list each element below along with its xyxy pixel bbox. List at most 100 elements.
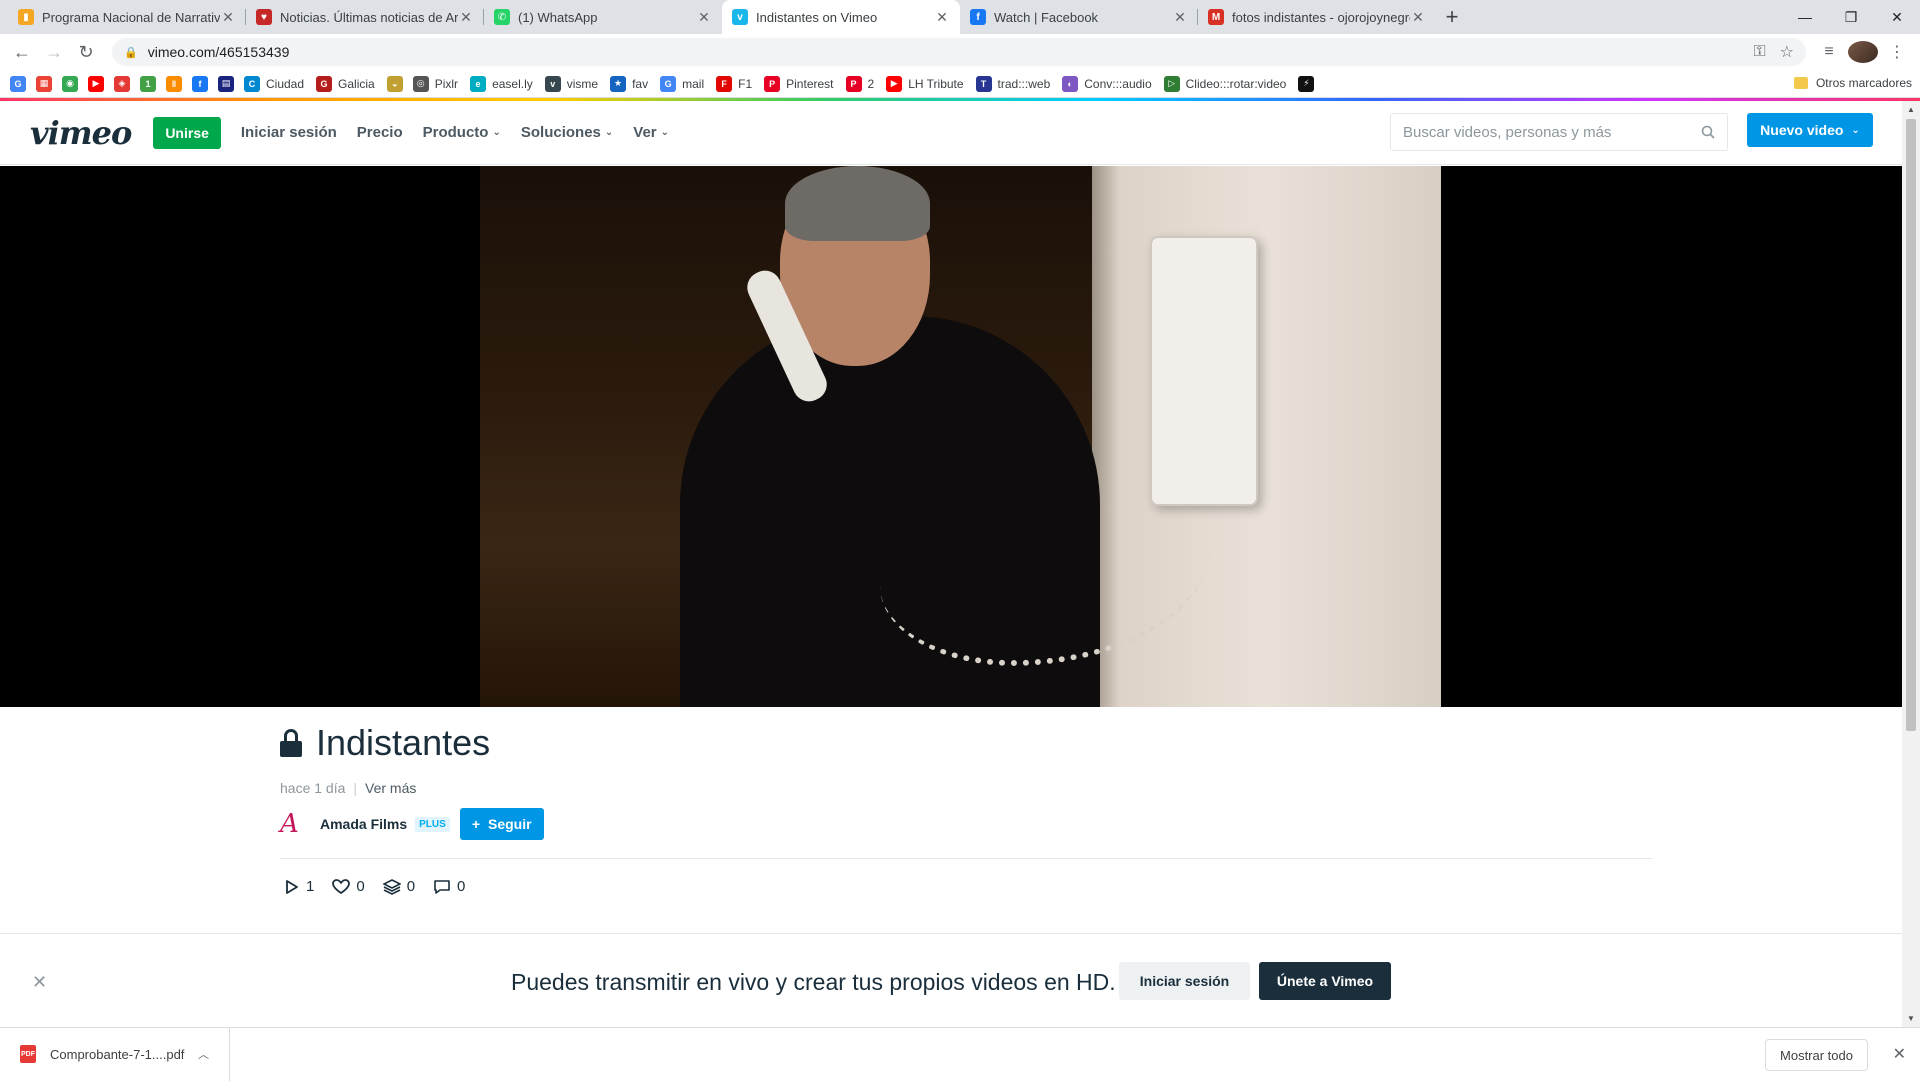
browser-tab[interactable]: ♥ Noticias. Últimas noticias de Arg ✕	[246, 0, 484, 34]
bookmark-label: visme	[566, 76, 599, 91]
meta-divider: |	[353, 780, 358, 796]
bookmark-item[interactable]: P2	[845, 75, 874, 92]
collections-stat[interactable]: 0	[382, 878, 416, 895]
close-tab-icon[interactable]: ✕	[934, 9, 950, 26]
comments-stat[interactable]: 0	[433, 878, 465, 895]
close-tab-icon[interactable]: ✕	[458, 9, 474, 26]
bookmark-item[interactable]: F F1	[716, 75, 752, 92]
page-scrollbar[interactable]: ▲ ▼	[1902, 101, 1920, 1027]
plays-count: 1	[306, 878, 315, 895]
likes-count: 0	[356, 878, 365, 895]
bookmark-item[interactable]: ▶	[88, 75, 104, 92]
bookmark-item[interactable]: ▤	[218, 75, 234, 92]
bookmark-item[interactable]: ▶ LH Tribute	[886, 75, 964, 92]
browser-tab[interactable]: f Watch | Facebook ✕	[960, 0, 1198, 34]
key-icon[interactable]: ⚿	[1753, 43, 1765, 61]
bookmark-item[interactable]: ⚡	[1298, 75, 1315, 92]
close-tab-icon[interactable]: ✕	[220, 9, 236, 26]
pricing-link[interactable]: Precio	[357, 124, 403, 141]
omnibox[interactable]: 🔒 vimeo.com/465153439 ⚿ ☆	[112, 38, 1806, 66]
bookmark-item[interactable]: v visme	[544, 75, 599, 92]
star-icon[interactable]: ☆	[1780, 42, 1794, 62]
bookmark-item[interactable]: ◎ Pixlr	[412, 75, 458, 92]
see-more-link[interactable]: Ver más	[365, 780, 416, 796]
bookmark-item[interactable]: Gmail	[660, 75, 704, 92]
follow-label: Seguir	[488, 816, 532, 832]
forward-arrow-icon[interactable]: →	[40, 38, 68, 66]
bookmark-item[interactable]: 1	[140, 75, 156, 92]
signup-banner: ✕ Puedes transmitir en vivo y crear tus …	[0, 933, 1902, 1026]
follow-button[interactable]: + Seguir	[459, 808, 544, 840]
login-link[interactable]: Iniciar sesión	[241, 124, 337, 141]
bookmark-item[interactable]: e easel.ly	[470, 75, 533, 92]
solutions-menu-label: Soluciones	[520, 124, 601, 141]
tradweb-icon: T	[975, 75, 992, 92]
new-video-button[interactable]: Nuevo video ⌄	[1747, 113, 1873, 147]
video-player[interactable]	[0, 166, 1902, 707]
address-bar-row: ← → ↻ 🔒 vimeo.com/465153439 ⚿ ☆ ≡ ⋮	[0, 34, 1920, 70]
owner-avatar[interactable]: A	[280, 809, 312, 839]
restore-icon[interactable]: ❐	[1828, 0, 1874, 34]
collections-count: 0	[406, 878, 416, 895]
bookmark-item[interactable]: C Ciudad	[244, 75, 304, 92]
chevron-down-icon: ⌄	[660, 127, 670, 138]
pixlr-icon: ◎	[412, 75, 429, 92]
new-tab-button[interactable]: +	[1436, 0, 1468, 34]
bookmark-item[interactable]: ◐ Conv:::audio	[1062, 75, 1152, 92]
pinterest-icon: P	[845, 75, 862, 92]
profile-avatar[interactable]	[1848, 41, 1878, 63]
vimeo-logo[interactable]: vimeo	[30, 114, 132, 152]
close-tab-icon[interactable]: ✕	[1172, 9, 1188, 26]
download-item[interactable]: PDF Comprobante-7-1....pdf ︿	[0, 1027, 230, 1081]
close-icon[interactable]: ✕	[1893, 1044, 1906, 1064]
bookmark-item[interactable]: P Pinterest	[764, 75, 834, 92]
video-frame[interactable]	[480, 166, 1441, 707]
product-menu[interactable]: Producto ⌄	[423, 124, 501, 141]
solutions-menu[interactable]: Soluciones ⌄	[521, 124, 613, 141]
tab-title: Indistantes on Vimeo	[756, 9, 878, 25]
browser-tab[interactable]: ✆ (1) WhatsApp ✕	[484, 0, 722, 34]
scrollbar-thumb[interactable]	[1906, 119, 1916, 731]
minimize-icon[interactable]: —	[1782, 0, 1828, 34]
close-tab-icon[interactable]: ✕	[696, 9, 712, 26]
chevron-up-icon[interactable]: ︿	[198, 1046, 209, 1062]
bookmark-item[interactable]: ◉	[62, 75, 78, 92]
bookmark-item[interactable]: ★ fav	[610, 75, 648, 92]
banner-login-button[interactable]: Iniciar sesión	[1119, 962, 1250, 1000]
bookmark-item[interactable]: Ttrad:::web	[975, 75, 1050, 92]
back-arrow-icon[interactable]: ←	[8, 38, 36, 66]
other-bookmarks[interactable]: Otros marcadores	[1793, 76, 1912, 90]
video-title: Indistantes	[316, 722, 491, 763]
browser-tab[interactable]: v Indistantes on Vimeo ✕	[722, 0, 960, 34]
owner-name[interactable]: Amada Films	[320, 816, 407, 832]
close-window-icon[interactable]: ✕	[1874, 0, 1920, 34]
bookmark-item[interactable]: G Galicia	[316, 75, 375, 92]
bookmark-item[interactable]: f	[192, 75, 208, 92]
plays-stat: 1	[284, 878, 314, 895]
bookmark-item[interactable]: ▦	[36, 75, 52, 92]
browser-tab[interactable]: ▮ Programa Nacional de Narrativas ✕	[8, 0, 246, 34]
bookmarks-bar: G ▦ ◉ ▶ ◈ 1 ‖ f ▤ C Ciudad G Galicia ◒ ◎ Pixlr e easel.ly…	[0, 70, 1920, 98]
close-tab-icon[interactable]: ✕	[1410, 9, 1426, 26]
banner-join-button[interactable]: Únete a Vimeo	[1259, 962, 1391, 1000]
close-icon[interactable]: ✕	[32, 972, 47, 993]
show-all-button[interactable]: Mostrar todo	[1765, 1039, 1868, 1071]
search-icon[interactable]	[1701, 125, 1715, 139]
kebab-menu-icon[interactable]: ⋮	[1882, 42, 1912, 62]
search-input[interactable]: Buscar videos, personas y más	[1390, 113, 1728, 151]
vimeo-icon: v	[732, 9, 748, 25]
scroll-up-arrow-icon[interactable]: ▲	[1907, 105, 1915, 114]
browser-tab[interactable]: Mfotos indistantes - ojorojoynegro ✕	[1198, 0, 1436, 34]
bookmark-item[interactable]: ◈	[114, 75, 130, 92]
bookmark-item[interactable]: G	[10, 75, 26, 92]
join-button[interactable]: Unirse	[153, 116, 221, 149]
bookmark-item[interactable]: ‖	[166, 75, 182, 92]
likes-stat[interactable]: 0	[332, 878, 365, 895]
apps-grid-icon: ▦	[36, 75, 52, 92]
reload-icon[interactable]: ↻	[72, 38, 100, 66]
watch-menu[interactable]: Ver ⌄	[633, 124, 669, 141]
scroll-down-arrow-icon[interactable]: ▼	[1907, 1014, 1915, 1023]
bookmark-item[interactable]: ▷ Clideo:::rotar:video	[1163, 75, 1286, 92]
bookmark-item[interactable]: ◒	[386, 75, 403, 92]
media-queue-icon[interactable]: ≡	[1814, 43, 1844, 61]
